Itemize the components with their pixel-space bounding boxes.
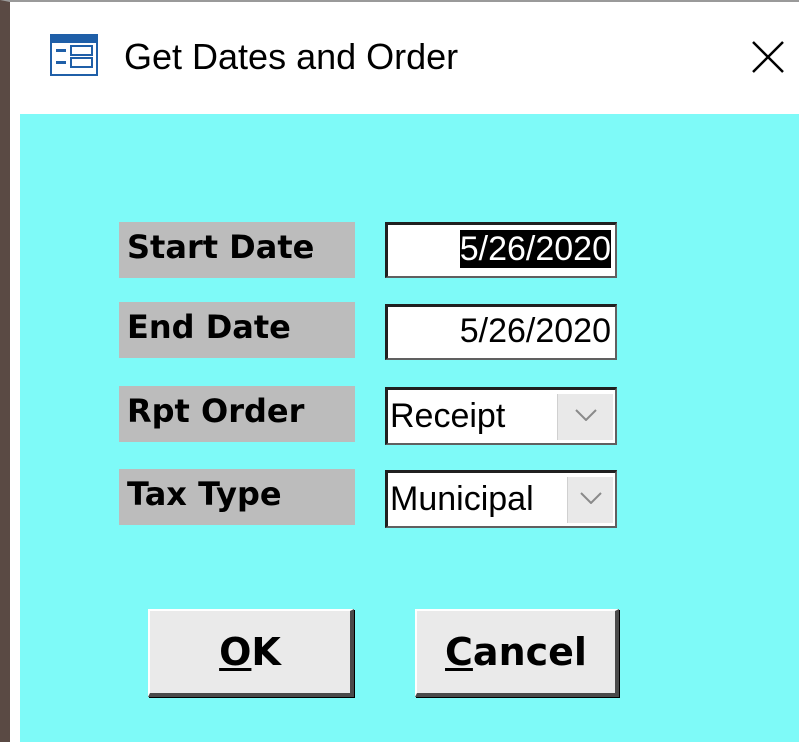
form-body: Start Date 5/26/2020 End Date 5/26/2020 … <box>20 114 799 742</box>
tax-type-value: Municipal <box>390 480 534 518</box>
close-button[interactable] <box>739 32 797 86</box>
rpt-order-select[interactable]: Receipt <box>385 387 617 445</box>
window-title: Get Dates and Order <box>124 36 459 77</box>
tax-type-label: Tax Type <box>119 469 355 525</box>
cancel-label-rest: ancel <box>472 630 587 674</box>
end-date-input[interactable]: 5/26/2020 <box>385 304 617 360</box>
chevron-down-icon <box>579 491 602 509</box>
form-icon <box>50 34 98 76</box>
close-icon <box>748 37 788 82</box>
dialog-window: Get Dates and Order Start Date 5/26/2020… <box>0 0 799 742</box>
cancel-mnemonic: C <box>445 630 473 674</box>
end-date-value: 5/26/2020 <box>459 312 611 350</box>
ok-mnemonic: O <box>219 630 252 674</box>
start-date-value: 5/26/2020 <box>459 230 611 268</box>
chevron-down-icon <box>574 408 597 426</box>
rpt-order-dropdown-button[interactable] <box>557 394 613 440</box>
title-bar[interactable]: Get Dates and Order <box>20 4 799 114</box>
start-date-label: Start Date <box>119 222 355 278</box>
cancel-button[interactable]: Cancel <box>415 609 619 697</box>
tax-type-dropdown-button[interactable] <box>567 477 613 523</box>
end-date-label: End Date <box>119 302 355 358</box>
rpt-order-label: Rpt Order <box>119 386 355 442</box>
ok-label-rest: K <box>251 630 281 674</box>
rpt-order-value: Receipt <box>390 397 506 435</box>
start-date-input[interactable]: 5/26/2020 <box>385 222 617 278</box>
tax-type-select[interactable]: Municipal <box>385 470 617 528</box>
ok-button[interactable]: OK <box>148 609 354 697</box>
